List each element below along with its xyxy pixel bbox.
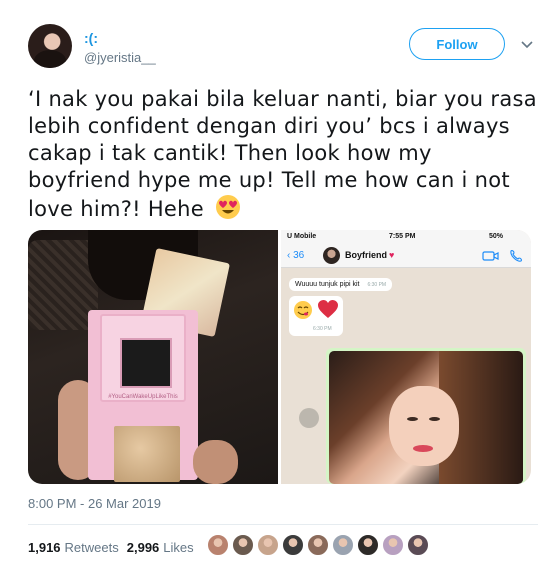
forward-icon xyxy=(299,408,319,428)
hand-fingers xyxy=(193,440,238,484)
chevron-down-icon[interactable] xyxy=(519,36,535,52)
liker-avatar[interactable] xyxy=(407,534,429,556)
liker-avatar[interactable] xyxy=(332,534,354,556)
selfie-eye xyxy=(429,417,440,421)
yum-emoji-icon xyxy=(294,301,312,319)
compact-mirror xyxy=(120,338,172,388)
selfie-face xyxy=(389,386,459,466)
tweet-header: :(: @jyeristia__ Follow xyxy=(28,22,538,72)
retweets-count[interactable]: 1,916 xyxy=(28,540,61,555)
chat-message-time: 6:30 PM xyxy=(367,282,387,288)
selfie-photo xyxy=(329,351,523,484)
liker-avatar[interactable] xyxy=(382,534,404,556)
tweet-body: ‘I nak you pakai bila keluar nanti, biar… xyxy=(28,87,537,221)
compact-text: #YouCanWakeUpLikeThis xyxy=(108,394,178,400)
liker-avatar[interactable] xyxy=(357,534,379,556)
photo-makeup-compact[interactable]: #YouCanWakeUpLikeThis xyxy=(28,230,278,484)
tweet-timestamp[interactable]: 8:00 PM - 26 Mar 2019 xyxy=(28,496,161,511)
heart-eyes-emoji-icon xyxy=(215,195,240,219)
divider xyxy=(28,524,538,525)
chat-name-text: Boyfriend xyxy=(345,250,388,260)
back-count: 36 xyxy=(293,250,305,261)
chat-message: Wuuuu tunjuk pipi kit 6:30 PM xyxy=(289,278,393,291)
chat-name: Boyfriend ♥ xyxy=(345,250,394,260)
liker-avatar[interactable] xyxy=(207,534,229,556)
likers-avatars xyxy=(207,533,432,557)
chat-emoji-message: 6:30 PM xyxy=(289,296,343,336)
tweet-text: ‘I nak you pakai bila keluar nanti, biar… xyxy=(28,86,538,223)
heart-emoji-icon xyxy=(318,300,338,318)
avatar[interactable] xyxy=(28,24,72,68)
selfie-lips xyxy=(413,445,433,452)
username[interactable]: @jyeristia__ xyxy=(84,50,156,65)
phone-status-bar: U Mobile 7:55 PM 50% xyxy=(281,230,531,244)
chat-photo-message xyxy=(326,348,526,484)
likes-count[interactable]: 2,996 xyxy=(127,540,160,555)
chat-avatar xyxy=(323,247,340,264)
display-name[interactable]: :(: xyxy=(84,30,98,46)
call-icons xyxy=(482,250,522,262)
liker-avatar[interactable] xyxy=(282,534,304,556)
carrier: U Mobile xyxy=(287,233,317,240)
photo-chat-screenshot[interactable]: U Mobile 7:55 PM 50% ‹ 36 Boyfriend ♥ Wuu… xyxy=(281,230,531,484)
phone-time: 7:55 PM xyxy=(389,233,416,240)
tweet-stats: 1,916 Retweets 2,996 Likes xyxy=(28,536,202,558)
likes-label[interactable]: Likes xyxy=(163,540,193,555)
highlighter-pan xyxy=(114,426,180,482)
tweet-media: #YouCanWakeUpLikeThis U Mobile 7:55 PM 5… xyxy=(28,230,531,484)
selfie-eye xyxy=(407,417,418,421)
chat-message-text: Wuuuu tunjuk pipi kit xyxy=(295,281,360,288)
retweets-label[interactable]: Retweets xyxy=(65,540,119,555)
liker-avatar[interactable] xyxy=(232,534,254,556)
follow-button[interactable]: Follow xyxy=(409,28,505,60)
liker-avatar[interactable] xyxy=(257,534,279,556)
battery: 50% xyxy=(489,233,504,240)
heart-icon: ♥ xyxy=(389,250,395,260)
chat-header: ‹ 36 Boyfriend ♥ xyxy=(281,244,531,268)
chat-message-time: 6:30 PM xyxy=(313,326,332,332)
liker-avatar[interactable] xyxy=(307,534,329,556)
back-button: ‹ 36 xyxy=(287,250,305,261)
